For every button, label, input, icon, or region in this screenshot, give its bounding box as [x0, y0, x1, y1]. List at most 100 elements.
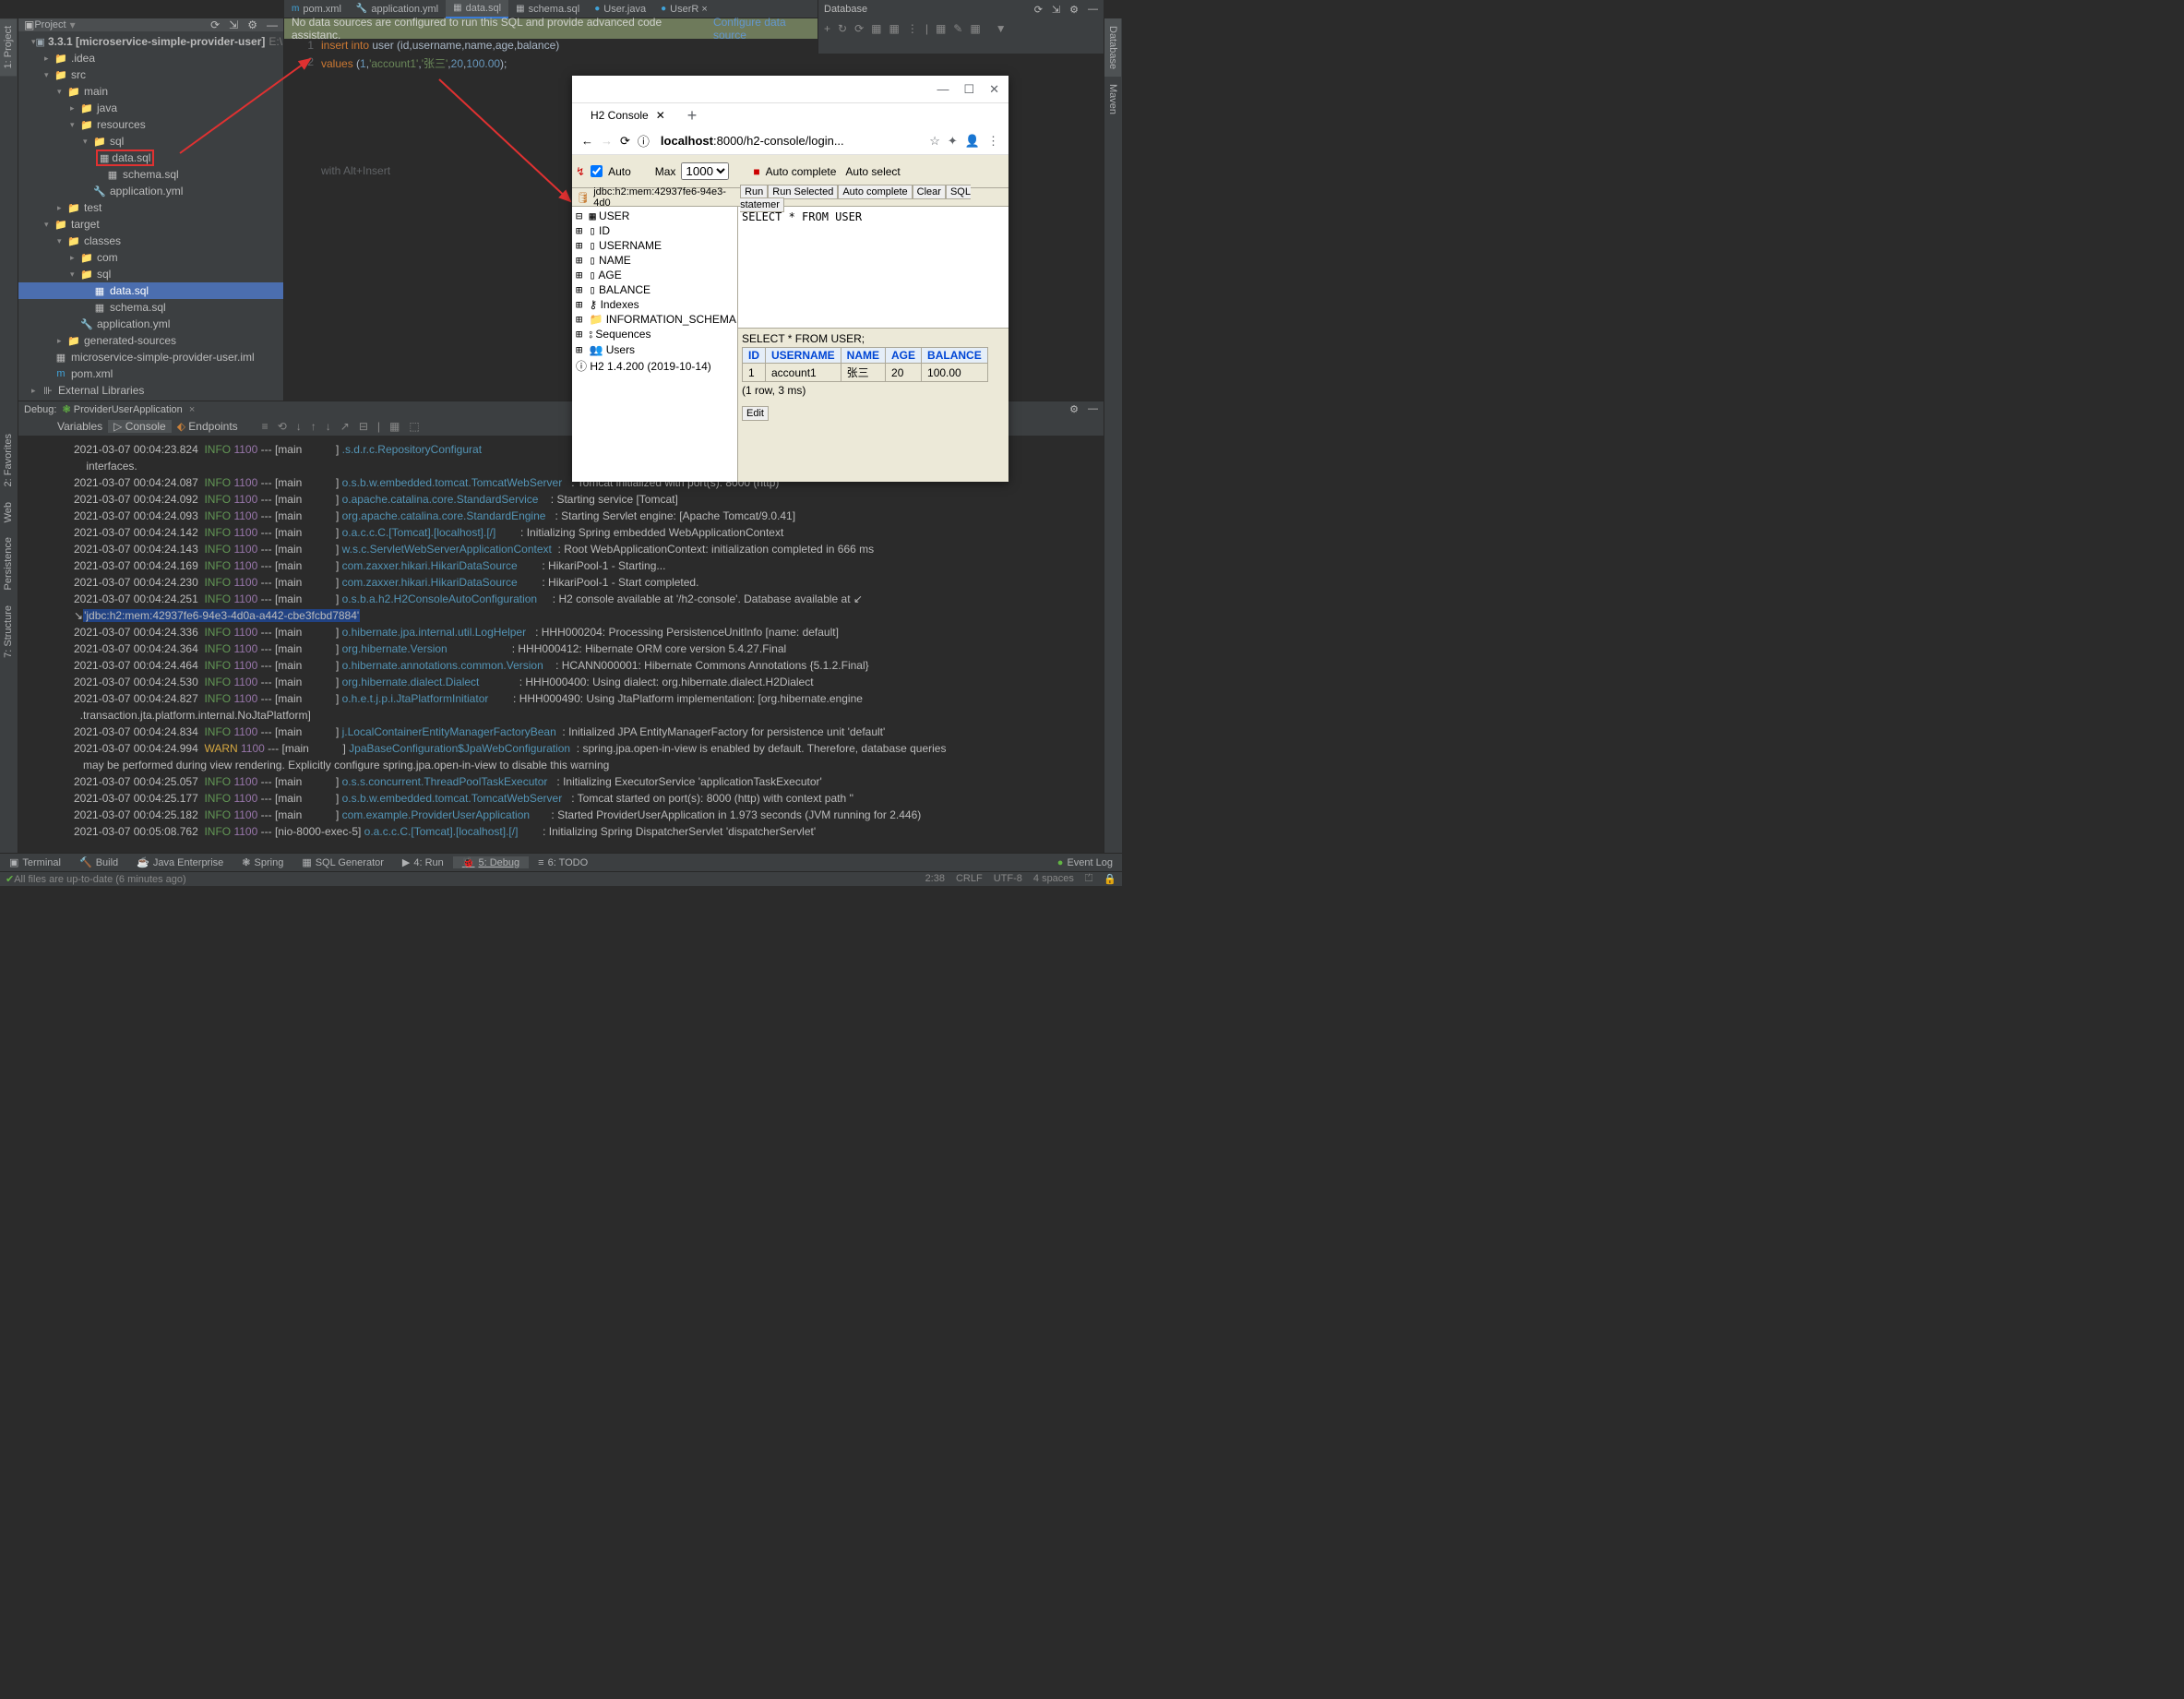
h2-button[interactable]: Auto complete [838, 185, 912, 199]
forward-icon[interactable]: → [601, 134, 613, 148]
gear-icon[interactable]: ⚙ [247, 18, 257, 31]
debug-icon[interactable]: ↗ [340, 420, 350, 433]
bottom-tab[interactable]: 🔨Build [70, 856, 127, 868]
tree-item[interactable]: ▾📁main [18, 83, 283, 100]
sql-input[interactable]: SELECT * FROM USER [738, 207, 1008, 329]
account-icon[interactable]: 👤 [965, 134, 980, 149]
tree-toggle-icon[interactable]: ▸ [70, 103, 79, 114]
tree-root[interactable]: ▾ ▣ 3.3.1 [microservice-simple-provider-… [18, 33, 283, 50]
tree-item[interactable]: 🔧application.yml [18, 316, 283, 332]
sidebar-favorites[interactable]: 2: Favorites [0, 426, 17, 494]
tree-item[interactable]: ▾📁target [18, 216, 283, 233]
tree-item[interactable]: 🔧application.yml [18, 183, 283, 199]
edit-button[interactable]: Edit [742, 406, 769, 421]
star-icon[interactable]: ☆ [929, 134, 940, 149]
status-item[interactable]: CRLF [956, 873, 983, 885]
tree-item[interactable]: ▸📁test [18, 199, 283, 216]
maximize-icon[interactable]: ☐ [963, 82, 974, 97]
code-content[interactable]: values (1,'account1','张三',20,100.00); [321, 55, 507, 72]
tree-toggle-icon[interactable]: ▾ [57, 236, 66, 246]
debug-tab[interactable]: ❃ ProviderUserApplication × [62, 403, 195, 415]
status-item[interactable]: 🔒 [1104, 873, 1116, 885]
dropdown-icon[interactable]: ▾ [70, 18, 76, 31]
variables-tab[interactable]: Variables [52, 420, 108, 433]
close-icon[interactable]: ✕ [989, 82, 999, 97]
debug-icon[interactable]: ↓ [296, 420, 302, 433]
url-field[interactable]: localhost:8000/h2-console/login... [657, 132, 922, 150]
collapse-icon[interactable]: ⇲ [1052, 4, 1060, 16]
h2-tree-item[interactable]: ⓘ H2 1.4.200 (2019-10-14) [574, 357, 735, 375]
sidebar-structure[interactable]: 7: Structure [0, 598, 17, 665]
minimize-icon[interactable]: — [1088, 4, 1098, 16]
tree-item[interactable]: ▾📁sql [18, 266, 283, 282]
h2-tree-item[interactable]: ⊞ ⚷ Indexes [574, 297, 735, 312]
tree-item[interactable]: ▦microservice-simple-provider-user.iml [18, 349, 283, 365]
bolt-icon[interactable]: ↯ [576, 165, 585, 178]
new-tab-icon[interactable]: + [687, 106, 698, 126]
menu-icon[interactable]: ⋮ [987, 134, 999, 149]
bottom-tab[interactable]: ▦SQL Generator [292, 856, 393, 868]
minimize-icon[interactable]: — [1088, 403, 1098, 415]
tree-toggle-icon[interactable]: ▾ [44, 70, 54, 80]
debug-icon[interactable]: ⊟ [359, 420, 368, 433]
max-select[interactable]: 1000 [681, 162, 729, 180]
collapse-icon[interactable]: ⇲ [229, 18, 238, 31]
chevron-right-icon[interactable]: ▸ [31, 386, 41, 396]
db-toolbar-icon[interactable]: ▦ [889, 22, 899, 35]
extension-icon[interactable]: ✦ [948, 134, 958, 149]
db-toolbar-icon[interactable]: ↻ [838, 22, 847, 35]
bottom-tab[interactable]: ▶4: Run [393, 856, 453, 868]
bottom-tab[interactable]: ▣Terminal [0, 856, 70, 868]
tree-item[interactable]: ▸📁com [18, 249, 283, 266]
close-tab-icon[interactable]: ✕ [656, 109, 665, 122]
h2-tree-item[interactable]: ⊟ ▦ USER [574, 209, 735, 223]
h2-tree-item[interactable]: ⊞ ▯ ID [574, 223, 735, 238]
tree-toggle-icon[interactable]: ▾ [70, 120, 79, 130]
h2-tree[interactable]: ⊟ ▦ USER ⊞ ▯ ID ⊞ ▯ USERNAME ⊞ ▯ NAME ⊞ … [572, 207, 738, 482]
back-icon[interactable]: ← [581, 134, 593, 148]
debug-icon[interactable]: ⬚ [409, 420, 419, 433]
minimize-icon[interactable]: — [267, 18, 278, 31]
h2-tree-item[interactable]: ⊞ ⦂ Sequences [574, 327, 735, 342]
status-item[interactable]: ⏍ [1085, 873, 1092, 885]
status-item[interactable]: 2:38 [925, 873, 945, 885]
db-toolbar-icon[interactable]: ▦ [936, 22, 946, 35]
event-log-tab[interactable]: ● Event Log [1048, 857, 1122, 868]
tree-toggle-icon[interactable]: ▸ [57, 203, 66, 213]
status-item[interactable]: 4 spaces [1033, 873, 1074, 885]
db-toolbar-icon[interactable]: ▦ [970, 22, 980, 35]
tree-item[interactable]: ▸📁generated-sources [18, 332, 283, 349]
tree-item[interactable]: ▦schema.sql [18, 299, 283, 316]
sidebar-maven[interactable]: Maven [1104, 77, 1121, 122]
tree-item[interactable]: ▾📁resources [18, 116, 283, 133]
h2-tree-item[interactable]: ⊞ ▯ AGE [574, 268, 735, 282]
sidebar-project[interactable]: 1: Project [0, 18, 17, 76]
tree-toggle-icon[interactable]: ▾ [83, 137, 92, 147]
db-toolbar-icon[interactable]: + [824, 22, 830, 35]
project-tree[interactable]: ▾ ▣ 3.3.1 [microservice-simple-provider-… [18, 31, 283, 401]
status-item[interactable]: UTF-8 [994, 873, 1022, 885]
bottom-tab[interactable]: ❃Spring [233, 856, 292, 868]
tree-item[interactable]: ▸📁java [18, 100, 283, 116]
db-toolbar-icon[interactable]: | [925, 22, 928, 35]
tree-item[interactable]: ▾📁classes [18, 233, 283, 249]
reload-icon[interactable]: ⟳ [620, 134, 630, 149]
sidebar-web[interactable]: Web [0, 495, 17, 530]
browser-tab[interactable]: H2 Console✕ [581, 107, 674, 124]
console-tab[interactable]: ▷ Console [108, 420, 172, 433]
tree-toggle-icon[interactable]: ▸ [70, 253, 79, 263]
minimize-icon[interactable]: — [937, 82, 949, 96]
sync-icon[interactable]: ⟳ [1034, 4, 1043, 16]
h2-tree-item[interactable]: ⊞ 📁 INFORMATION_SCHEMA [574, 312, 735, 327]
debug-icon[interactable]: | [377, 420, 380, 433]
tree-toggle-icon[interactable]: ▾ [70, 269, 79, 280]
tree-item[interactable]: ▾📁src [18, 66, 283, 83]
tree-item[interactable]: mpom.xml [18, 365, 283, 382]
bottom-tab[interactable]: 🐞5: Debug [453, 856, 529, 868]
auto-checkbox[interactable] [591, 165, 603, 177]
h2-tree-item[interactable]: ⊞ ▯ BALANCE [574, 282, 735, 297]
tree-toggle-icon[interactable]: ▾ [57, 87, 66, 97]
debug-icon[interactable]: ▦ [389, 420, 400, 433]
db-toolbar-icon[interactable]: ⋮ [907, 22, 918, 35]
endpoints-tab[interactable]: ⬖ Endpoints [172, 420, 244, 433]
